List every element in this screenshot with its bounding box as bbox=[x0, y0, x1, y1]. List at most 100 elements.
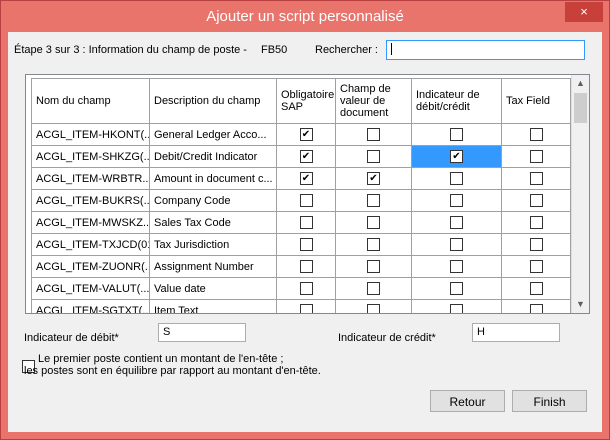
debit-credit-checkbox[interactable] bbox=[450, 216, 463, 229]
debit-credit-checkbox[interactable] bbox=[450, 150, 463, 163]
title-bar[interactable]: Ajouter un script personnalisé × bbox=[1, 1, 609, 32]
field-name-cell[interactable]: ACGL_ITEM-HKONT(... bbox=[31, 123, 150, 146]
checkbox-cell[interactable] bbox=[276, 145, 336, 168]
table-row[interactable]: ACGL_ITEM-HKONT(... General Ledger Acco..… bbox=[31, 123, 571, 146]
column-header-description[interactable]: Description du champ bbox=[149, 78, 277, 124]
required-checkbox[interactable] bbox=[299, 260, 313, 273]
tax-field-checkbox[interactable] bbox=[529, 150, 543, 163]
table-row[interactable]: ACGL_ITEM-MWSKZ... Sales Tax Code bbox=[31, 211, 571, 234]
scroll-down-icon[interactable]: ▼ bbox=[572, 296, 589, 313]
field-description-cell[interactable]: General Ledger Acco... bbox=[149, 123, 277, 146]
field-name-cell[interactable]: ACGL_ITEM-MWSKZ... bbox=[31, 211, 150, 234]
field-name-cell[interactable]: ACGL_ITEM-ZUONR(... bbox=[31, 255, 150, 278]
checkbox-cell[interactable] bbox=[411, 255, 502, 278]
search-input[interactable] bbox=[386, 40, 585, 60]
required-checkbox[interactable] bbox=[299, 238, 313, 251]
checkbox-cell[interactable] bbox=[276, 189, 336, 212]
field-description-cell[interactable]: Debit/Credit Indicator bbox=[149, 145, 277, 168]
checkbox-cell[interactable] bbox=[276, 299, 336, 313]
field-description-cell[interactable]: Item Text bbox=[149, 299, 277, 313]
table-row[interactable]: ACGL_ITEM-BUKRS(... Company Code bbox=[31, 189, 571, 212]
checkbox-cell[interactable] bbox=[335, 255, 412, 278]
checkbox-cell[interactable] bbox=[335, 299, 412, 313]
field-name-cell[interactable]: ACGL_ITEM-SGTXT(... bbox=[31, 299, 150, 313]
debit-credit-checkbox[interactable] bbox=[450, 194, 463, 207]
field-description-cell[interactable]: Amount in document c... bbox=[149, 167, 277, 190]
checkbox-cell[interactable] bbox=[276, 167, 336, 190]
tax-field-checkbox[interactable] bbox=[529, 194, 543, 207]
column-header-tax-field[interactable]: Tax Field bbox=[501, 78, 571, 124]
value-field-checkbox[interactable] bbox=[367, 260, 380, 273]
checkbox-cell[interactable] bbox=[501, 167, 571, 190]
checkbox-cell[interactable] bbox=[411, 189, 502, 212]
table-row[interactable]: ACGL_ITEM-ZUONR(... Assignment Number bbox=[31, 255, 571, 278]
checkbox-cell[interactable] bbox=[276, 233, 336, 256]
tax-field-checkbox[interactable] bbox=[529, 304, 543, 313]
checkbox-cell[interactable] bbox=[501, 299, 571, 313]
checkbox-cell[interactable] bbox=[411, 167, 502, 190]
field-description-cell[interactable]: Assignment Number bbox=[149, 255, 277, 278]
tax-field-checkbox[interactable] bbox=[529, 282, 543, 295]
table-row[interactable]: ACGL_ITEM-WRBTR... Amount in document c..… bbox=[31, 167, 571, 190]
checkbox-cell[interactable] bbox=[276, 211, 336, 234]
checkbox-cell[interactable] bbox=[411, 123, 502, 146]
credit-indicator-input[interactable]: H bbox=[472, 323, 560, 342]
field-name-cell[interactable]: ACGL_ITEM-SHKZG(... bbox=[31, 145, 150, 168]
field-description-cell[interactable]: Company Code bbox=[149, 189, 277, 212]
required-checkbox[interactable] bbox=[299, 128, 313, 141]
fields-grid[interactable]: Nom du champ Description du champ Obliga… bbox=[25, 74, 590, 314]
field-name-cell[interactable]: ACGL_ITEM-WRBTR... bbox=[31, 167, 150, 190]
tax-field-checkbox[interactable] bbox=[529, 128, 543, 141]
debit-credit-checkbox[interactable] bbox=[450, 304, 463, 313]
tax-field-checkbox[interactable] bbox=[529, 260, 543, 273]
value-field-checkbox[interactable] bbox=[367, 172, 380, 185]
debit-credit-checkbox[interactable] bbox=[450, 172, 463, 185]
scroll-up-icon[interactable]: ▲ bbox=[572, 75, 589, 92]
required-checkbox[interactable] bbox=[299, 194, 313, 207]
required-checkbox[interactable] bbox=[299, 282, 313, 295]
field-description-cell[interactable]: Tax Jurisdiction bbox=[149, 233, 277, 256]
checkbox-cell[interactable] bbox=[335, 167, 412, 190]
table-row[interactable]: ACGL_ITEM-SGTXT(... Item Text bbox=[31, 299, 571, 313]
required-checkbox[interactable] bbox=[299, 172, 313, 185]
checkbox-cell[interactable] bbox=[411, 277, 502, 300]
required-checkbox[interactable] bbox=[299, 216, 313, 229]
checkbox-cell[interactable] bbox=[411, 299, 502, 313]
debit-credit-checkbox[interactable] bbox=[450, 238, 463, 251]
checkbox-cell[interactable] bbox=[501, 123, 571, 146]
debit-credit-checkbox[interactable] bbox=[450, 128, 463, 141]
checkbox-cell[interactable] bbox=[335, 189, 412, 212]
field-name-cell[interactable]: ACGL_ITEM-VALUT(... bbox=[31, 277, 150, 300]
value-field-checkbox[interactable] bbox=[367, 150, 380, 163]
finish-button[interactable]: Finish bbox=[512, 390, 587, 412]
required-checkbox[interactable] bbox=[299, 150, 313, 163]
checkbox-cell[interactable] bbox=[276, 123, 336, 146]
value-field-checkbox[interactable] bbox=[367, 238, 380, 251]
checkbox-cell[interactable] bbox=[335, 233, 412, 256]
table-row[interactable]: ACGL_ITEM-SHKZG(... Debit/Credit Indicato… bbox=[31, 145, 571, 168]
checkbox-cell[interactable] bbox=[411, 145, 502, 168]
checkbox-cell[interactable] bbox=[501, 233, 571, 256]
debit-indicator-input[interactable]: S bbox=[158, 323, 246, 342]
back-button[interactable]: Retour bbox=[430, 390, 505, 412]
column-header-required[interactable]: Obligatoire SAP bbox=[276, 78, 336, 124]
checkbox-cell[interactable] bbox=[501, 189, 571, 212]
field-name-cell[interactable]: ACGL_ITEM-TXJCD(01) bbox=[31, 233, 150, 256]
column-header-value-field[interactable]: Champ de valeur de document bbox=[335, 78, 412, 124]
tax-field-checkbox[interactable] bbox=[529, 172, 543, 185]
required-checkbox[interactable] bbox=[299, 304, 313, 313]
checkbox-cell[interactable] bbox=[335, 211, 412, 234]
value-field-checkbox[interactable] bbox=[367, 128, 380, 141]
checkbox-cell[interactable] bbox=[276, 277, 336, 300]
checkbox-cell[interactable] bbox=[335, 277, 412, 300]
field-description-cell[interactable]: Value date bbox=[149, 277, 277, 300]
scrollbar-thumb[interactable] bbox=[574, 93, 587, 123]
close-icon[interactable]: × bbox=[565, 2, 603, 22]
tax-field-checkbox[interactable] bbox=[529, 216, 543, 229]
field-description-cell[interactable]: Sales Tax Code bbox=[149, 211, 277, 234]
checkbox-cell[interactable] bbox=[276, 255, 336, 278]
checkbox-cell[interactable] bbox=[501, 145, 571, 168]
value-field-checkbox[interactable] bbox=[367, 282, 380, 295]
field-name-cell[interactable]: ACGL_ITEM-BUKRS(... bbox=[31, 189, 150, 212]
debit-credit-checkbox[interactable] bbox=[450, 282, 463, 295]
